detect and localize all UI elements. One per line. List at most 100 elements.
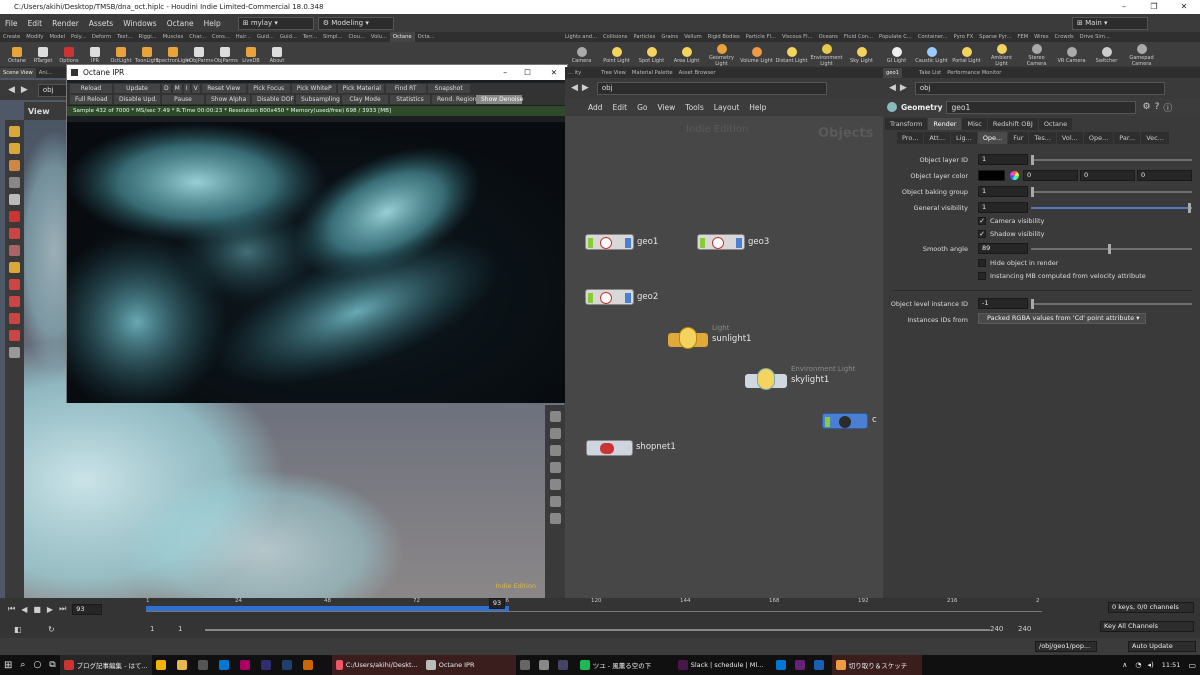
visual-studio-icon[interactable] [794, 660, 805, 670]
shelf-tool-8[interactable]: -ObjParms [212, 45, 238, 64]
param-back-icon[interactable]: ◀ [889, 83, 896, 93]
subtab-3[interactable]: Lig... [951, 132, 977, 144]
light-tool-14[interactable]: VR Camera [1054, 45, 1089, 64]
field-object-baking-group[interactable]: 1 [978, 186, 1028, 197]
snapshot-button[interactable]: Snapshot [427, 84, 470, 93]
checkbox-shadow-visibility[interactable]: ✓ [978, 230, 986, 238]
shelf-right-tab-16[interactable]: Crowds [1052, 32, 1077, 42]
shelf-right-tab-14[interactable]: FEM [1014, 32, 1031, 42]
network-path[interactable]: obj [596, 81, 827, 95]
start-icon[interactable]: ⊞ [0, 655, 16, 675]
field-color-b[interactable]: 0 [1137, 170, 1192, 181]
range-start[interactable]: 1 [150, 625, 154, 633]
select-instance-ids-from[interactable]: Packed RGBA values from 'Cd' point attri… [978, 313, 1146, 324]
node-geo3[interactable] [697, 234, 745, 250]
checkbox-camera-visibility[interactable]: ✓ [978, 217, 986, 225]
sculpt-icon[interactable] [9, 313, 20, 324]
shelf-left-tab-18[interactable]: Octa... [415, 32, 438, 42]
mail-icon[interactable] [218, 660, 229, 670]
task-snip[interactable]: 切り取り＆スケッチ [831, 655, 922, 675]
tab-tree-view[interactable]: Tree View [598, 68, 629, 78]
shelf-tool-4[interactable]: OctLight [108, 45, 134, 64]
shelf-left-tab-8[interactable]: Char... [186, 32, 209, 42]
slider-knob-smooth-angle[interactable] [1108, 244, 1111, 254]
media-icon[interactable] [519, 660, 530, 670]
play-icon[interactable]: ▶ [47, 605, 53, 614]
after-effects-icon[interactable] [239, 660, 250, 670]
light-tool-9[interactable]: GI Light [879, 45, 914, 64]
field-color-g[interactable]: 0 [1080, 170, 1135, 181]
app-icon[interactable] [197, 660, 208, 670]
subsampling-button[interactable]: Subsampling [296, 95, 340, 104]
light-tool-16[interactable]: Gamepad Camera [1124, 42, 1159, 67]
tab-scene-view[interactable]: Scene View [0, 67, 36, 78]
brush-icon[interactable] [9, 296, 20, 307]
current-frame-field[interactable]: 93 [72, 603, 103, 615]
clay-mode-button[interactable]: Clay Mode [342, 95, 388, 104]
update-button[interactable]: Update [114, 84, 160, 93]
task-slack[interactable]: Slack | schedule | Ml... [674, 655, 772, 675]
ipr-maximize-icon[interactable]: ☐ [524, 65, 531, 80]
shelf-tool-0[interactable]: Octane [4, 45, 30, 64]
explorer-icon[interactable] [176, 660, 187, 670]
tray-chevron-icon[interactable]: ∧ [1122, 661, 1127, 669]
menu-help[interactable]: Help [199, 19, 226, 28]
notification-icon[interactable]: ▭ [1188, 661, 1196, 670]
tab-utility[interactable]: ... ity [565, 68, 584, 78]
net-forward-icon[interactable]: ▶ [582, 83, 589, 93]
tab-misc[interactable]: Misc [962, 118, 987, 130]
net-menu-help[interactable]: Help [744, 103, 771, 112]
search-icon[interactable]: ⌕ [16, 655, 29, 675]
tab-asset-browser[interactable]: Asset Browser [676, 68, 719, 78]
light-tool-6[interactable]: Distant Light [774, 45, 809, 64]
reload-button[interactable]: Reload [70, 84, 112, 93]
color-swatch[interactable] [978, 170, 1005, 181]
slider-knob-object-layer-id[interactable] [1031, 155, 1034, 165]
loop-icon[interactable]: ↻ [48, 625, 55, 634]
render-region-button[interactable]: Rend. Region [432, 95, 477, 104]
slider-knob-object-instance-id[interactable] [1031, 299, 1034, 309]
ipr-minimize-icon[interactable]: – [503, 65, 507, 80]
v-button[interactable]: V [191, 84, 200, 93]
shelf-left-tab-16[interactable]: Volu... [368, 32, 390, 42]
node-shopnet1[interactable] [586, 440, 633, 456]
shelf-left-tab-7[interactable]: Muscles [160, 32, 187, 42]
help-icon[interactable]: ? [1155, 102, 1160, 112]
field-general-visibility[interactable]: 1 [978, 202, 1028, 213]
disable-dof-button[interactable]: Disable DOF [252, 95, 294, 104]
key-all-channels-select[interactable]: Key All Channels [1100, 621, 1194, 632]
light-tool-5[interactable]: Volume Light [739, 45, 774, 64]
slider-object-baking-group[interactable] [1031, 191, 1192, 193]
net-menu-view[interactable]: View [652, 103, 680, 112]
forward-icon[interactable]: ▶ [21, 85, 28, 95]
shelf-tool-1[interactable]: RTarget [30, 45, 56, 64]
task-spotify[interactable]: ツユ - 風薫る空の下 [576, 655, 674, 675]
shelf-left-tab-14[interactable]: Simpl... [320, 32, 345, 42]
shelf-right-tab-10[interactable]: Populate C... [876, 32, 915, 42]
go-end-icon[interactable]: ⏭ [59, 604, 66, 614]
slider-smooth-angle[interactable] [1031, 248, 1192, 250]
shelf-right-tab-3[interactable]: Grains [658, 32, 681, 42]
task-octane-ipr[interactable]: Octane IPR [421, 655, 516, 675]
shelf-right-tab-1[interactable]: Collisions [600, 32, 630, 42]
net-tool-icon-2[interactable] [549, 428, 561, 439]
playhead[interactable]: 93 [488, 598, 505, 609]
magnet-tool-icon[interactable] [9, 330, 20, 341]
info-icon[interactable] [549, 496, 561, 507]
vscode-icon[interactable] [775, 660, 786, 670]
light-tool-4[interactable]: Geometry Light [704, 42, 739, 67]
main-select[interactable]: ⊞ Main ▾ [1072, 16, 1148, 30]
handle-icon[interactable] [9, 245, 20, 256]
range-start-2[interactable]: 1 [178, 625, 182, 633]
slider-knob-object-baking-group[interactable] [1031, 187, 1034, 197]
shelf-right-tab-7[interactable]: Viscous Fl... [779, 32, 816, 42]
subtab-4[interactable]: Ope... [977, 132, 1008, 144]
light-tool-3[interactable]: Area Light [669, 45, 704, 64]
light-tool-11[interactable]: Portal Light [949, 45, 984, 64]
pose-icon[interactable] [9, 262, 20, 273]
shelf-left-tab-11[interactable]: Guid... [254, 32, 277, 42]
timeline-ruler[interactable]: 1 24 48 72 96 120 144 168 192 216 2 93 [146, 598, 1042, 618]
light-tool-2[interactable]: Spot Light [634, 45, 669, 64]
shelf-tool-10[interactable]: About [264, 45, 290, 64]
shelf-right-tab-9[interactable]: Fluid Con... [841, 32, 876, 42]
